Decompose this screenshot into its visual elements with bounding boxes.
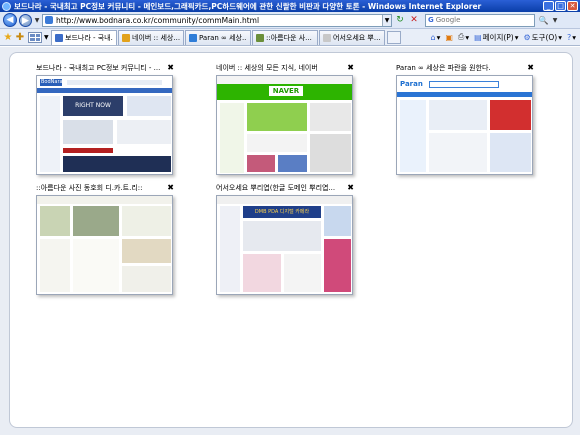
search-icon[interactable]: 🔍 [537,14,550,27]
tab-dcatree[interactable]: ::아름다운 사... [252,29,318,45]
maximize-button[interactable]: □ [555,1,566,11]
favorites-star-icon[interactable]: ★ [2,32,14,43]
close-icon[interactable]: ✖ [347,183,354,193]
close-icon[interactable]: ✖ [527,63,534,73]
search-options-icon[interactable]: ▼ [552,17,558,24]
close-button[interactable]: ✕ [567,1,578,11]
tab-naver[interactable]: 네이버 :: 세상... [118,29,184,45]
site-logo: Paran [400,80,423,88]
thumbnail-ppuri[interactable]: 어서오세요 뿌리엽(한글 도메인 뿌리엽... ✖ DMB PDA 디지털 카메… [216,183,366,295]
favicon-icon [55,33,63,42]
page-preview[interactable]: DMB PDA 디지털 카메라 [216,195,353,295]
thumbnail-title: ::아름다운 사진 동호회 디.카.트.리:: [36,184,143,192]
address-url[interactable]: http://www.bodnara.co.kr/community/commM… [56,16,382,25]
window-controls: _ □ ✕ [543,1,578,11]
search-box[interactable]: G [425,13,535,27]
home-icon: ⌂ [430,32,436,42]
page-preview[interactable]: NAVER [216,75,353,175]
help-button[interactable]: ? ▾ [567,33,576,42]
site-logo: BodNara [40,79,62,86]
gear-icon: ⚙ [523,32,531,42]
thumbnail-paran[interactable]: Paran ∞ 세상은 파란을 원한다. ✖ Paran [396,63,546,175]
minimize-button[interactable]: _ [543,1,554,11]
thumbnail-title: 보드나라 - 국내최고 PC정보 커뮤니티 - ... [36,64,161,72]
ie-icon [2,1,11,11]
close-icon[interactable]: ✖ [167,63,174,73]
site-logo: NAVER [269,86,303,96]
window-title: 보드나라 - 국내최고 PC정보 커뮤니티 - 메인보드,그래픽카드,PC하드웨… [14,1,482,11]
tools-menu[interactable]: ⚙ 도구(O) ▾ [523,32,562,43]
refresh-icon[interactable]: ↻ [394,14,406,26]
add-favorites-icon[interactable]: ✚ [14,32,26,43]
page-menu[interactable]: ▤ 페이지(P) ▾ [474,32,518,43]
close-icon[interactable]: ✖ [167,183,174,193]
home-button[interactable]: ⌂ ▾ [431,33,441,42]
print-icon: ⎙ [457,32,465,41]
tab-bar: ★ ✚ ▼ 보드나라 - 국내... 네이버 :: 세상... Paran ∞ … [0,29,580,46]
page-preview[interactable]: Paran [396,75,533,175]
page-preview[interactable] [36,195,173,295]
page-icon [45,16,53,24]
favicon-icon [122,33,130,42]
favicon-icon [323,33,331,42]
thumbnail-title: 네이버 :: 세상의 모든 지식, 네이버 [216,64,318,72]
page-preview[interactable]: BodNara RIGHT NOW [36,75,173,175]
quick-tabs-icon[interactable] [28,31,42,43]
address-dropdown-icon[interactable]: ▼ [382,14,391,26]
tab-ppuri[interactable]: 어서오세요 뿌... [319,29,385,45]
new-tab-button[interactable] [387,30,401,44]
thumbnail-naver[interactable]: 네이버 :: 세상의 모든 지식, 네이버 ✖ NAVER [216,63,366,175]
back-button[interactable]: ◀ [3,13,17,27]
stop-icon[interactable]: ✕ [408,14,420,26]
window-titlebar: 보드나라 - 국내최고 PC정보 커뮤니티 - 메인보드,그래픽카드,PC하드웨… [0,0,580,12]
thumbnail-title: 어서오세요 뿌리엽(한글 도메인 뿌리엽... [216,184,336,192]
banner: DMB PDA 디지털 카메라 [243,206,321,218]
feeds-button[interactable]: ▣ [445,33,453,42]
thumbnail-bodnara[interactable]: 보드나라 - 국내최고 PC정보 커뮤니티 - ... ✖ BodNara RI… [36,63,186,175]
forward-button[interactable]: ▶ [19,13,32,27]
favicon-icon [189,33,197,42]
banner: RIGHT NOW [63,96,123,116]
search-engine-icon: G [428,16,434,24]
search-input[interactable] [435,16,520,24]
tab-paran[interactable]: Paran ∞ 세상... [185,29,251,45]
quick-tabs-area: 보드나라 - 국내최고 PC정보 커뮤니티 - ... ✖ BodNara RI… [0,47,580,435]
address-toolbar: ◀ ▶ ▼ http://www.bodnara.co.kr/community… [0,12,580,29]
close-icon[interactable]: ✖ [347,63,354,73]
tab-bodnara[interactable]: 보드나라 - 국내... [51,29,117,45]
thumbnail-dcatree[interactable]: ::아름다운 사진 동호회 디.카.트.리:: ✖ [36,183,186,295]
page-icon: ▤ [474,32,482,42]
print-button[interactable]: ⎙ ▾ [458,32,469,42]
favicon-icon [256,33,264,42]
command-bar: ⌂ ▾ ▣ ⎙ ▾ ▤ 페이지(P) ▾ ⚙ 도구(O) ▾ ? ▾ [431,32,580,43]
quick-tabs-panel: 보드나라 - 국내최고 PC정보 커뮤니티 - ... ✖ BodNara RI… [9,52,573,428]
address-field[interactable]: http://www.bodnara.co.kr/community/commM… [42,13,392,27]
feed-icon: ▣ [445,32,453,42]
thumbnail-title: Paran ∞ 세상은 파란을 원한다. [396,64,491,72]
tab-list-dropdown-icon[interactable]: ▼ [44,34,51,41]
help-icon: ? [566,32,572,42]
history-dropdown-icon[interactable]: ▼ [34,17,40,24]
